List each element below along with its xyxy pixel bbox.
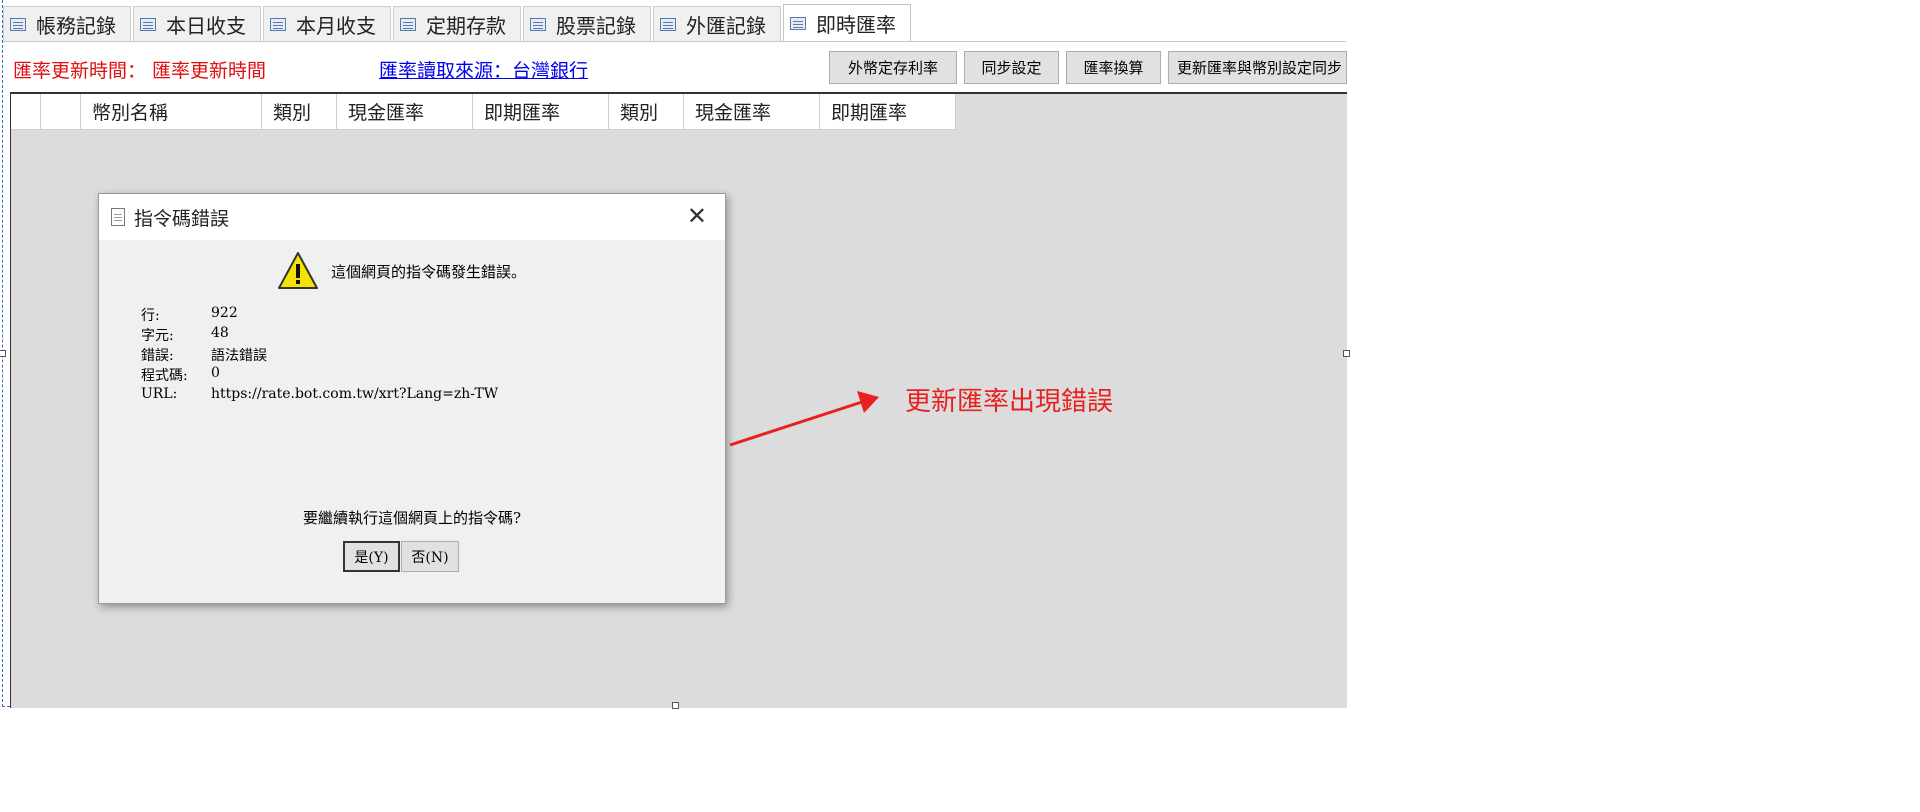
detail-row: 程式碼: 0 [141, 365, 220, 385]
sync-settings-button[interactable]: 同步設定 [964, 51, 1059, 84]
tab-label: 即時匯率 [816, 12, 896, 37]
tab-label: 定期存款 [426, 13, 506, 38]
tab-label: 本月收支 [296, 13, 376, 38]
detail-value: 語法錯誤 [211, 348, 267, 364]
no-button[interactable]: 否(N) [401, 541, 459, 572]
tab-label: 外匯記錄 [686, 13, 766, 38]
grid-col-header[interactable]: 幣別名稱 [81, 94, 262, 130]
deposit-rates-button[interactable]: 外幣定存利率 [829, 51, 957, 84]
grid-col-header[interactable]: 即期匯率 [473, 94, 609, 130]
table-icon [270, 17, 286, 31]
grid-col-header[interactable]: 類別 [609, 94, 684, 130]
detail-value: 922 [211, 305, 238, 321]
tab-label: 本日收支 [166, 13, 246, 38]
tab-live-rates[interactable]: 即時匯率 [783, 4, 911, 41]
dialog-title: 指令碼錯誤 [134, 207, 230, 230]
grid-col-header[interactable] [41, 94, 81, 130]
tab-ledger[interactable]: 帳務記錄 [3, 6, 131, 41]
grid-col-header[interactable] [11, 94, 41, 130]
detail-value: 0 [211, 365, 220, 381]
error-message: 這個網頁的指令碼發生錯誤。 [331, 262, 527, 281]
detail-row: 錯誤: 語法錯誤 [141, 345, 267, 365]
rate-source-link[interactable]: 匯率讀取來源：台灣銀行 [379, 56, 588, 83]
detail-key: 字元: [141, 328, 174, 344]
warning-icon [278, 252, 318, 289]
detail-row: 行: 922 [141, 305, 238, 325]
tab-monthly[interactable]: 本月收支 [263, 6, 391, 41]
annotation-arrow-icon [729, 391, 879, 447]
tab-strip: 帳務記錄 本日收支 本月收支 定期存款 股票記錄 外匯記錄 即時匯率 [3, 4, 913, 42]
detail-key: 錯誤: [141, 348, 174, 364]
resize-handle[interactable] [0, 350, 6, 357]
tab-deposit[interactable]: 定期存款 [393, 6, 521, 41]
tab-stocks[interactable]: 股票記錄 [523, 6, 651, 41]
annotation-text: 更新匯率出現錯誤 [905, 387, 1114, 417]
detail-key: 行: [141, 308, 160, 324]
update-time-label: 匯率更新時間： 匯率更新時間 [13, 60, 267, 82]
grid-col-header[interactable]: 即期匯率 [820, 94, 956, 130]
fx-convert-button[interactable]: 匯率換算 [1066, 51, 1161, 84]
tab-label: 股票記錄 [556, 13, 636, 38]
detail-key: URL: [141, 386, 178, 402]
grid-col-header[interactable]: 類別 [262, 94, 337, 130]
detail-value: https://rate.bot.com.tw/xrt?Lang=zh-TW [211, 386, 499, 402]
continue-prompt: 要繼續執行這個網頁上的指令碼? [302, 509, 522, 527]
yes-button[interactable]: 是(Y) [343, 541, 400, 572]
table-icon [790, 16, 806, 30]
detail-value: 48 [211, 325, 229, 341]
grid-header: 幣別名稱 類別 現金匯率 即期匯率 類別 現金匯率 即期匯率 [11, 94, 956, 130]
table-icon [400, 17, 416, 31]
table-icon [660, 17, 676, 31]
table-icon [140, 17, 156, 31]
table-icon [10, 17, 26, 31]
tab-daily[interactable]: 本日收支 [133, 6, 261, 41]
detail-key: 程式碼: [141, 368, 188, 384]
dialog-titlebar: 指令碼錯誤 ✕ [99, 194, 725, 240]
update-sync-button[interactable]: 更新匯率與幣別設定同步 [1168, 51, 1347, 84]
close-icon[interactable]: ✕ [687, 204, 707, 228]
document-icon [111, 208, 125, 226]
tab-divider [3, 41, 1346, 42]
table-icon [530, 17, 546, 31]
resize-handle[interactable] [1343, 350, 1350, 357]
tab-forex[interactable]: 外匯記錄 [653, 6, 781, 41]
error-message-row: 這個網頁的指令碼發生錯誤。 [277, 251, 526, 291]
grid-col-header[interactable]: 現金匯率 [337, 94, 473, 130]
detail-row: 字元: 48 [141, 325, 229, 345]
detail-row: URL: https://rate.bot.com.tw/xrt?Lang=zh… [141, 386, 498, 402]
tab-label: 帳務記錄 [36, 13, 116, 38]
script-error-dialog: 指令碼錯誤 ✕ 這個網頁的指令碼發生錯誤。 行: 922 字元: 48 錯誤: … [98, 193, 726, 604]
grid-col-header[interactable]: 現金匯率 [684, 94, 820, 130]
resize-handle[interactable] [672, 702, 679, 709]
